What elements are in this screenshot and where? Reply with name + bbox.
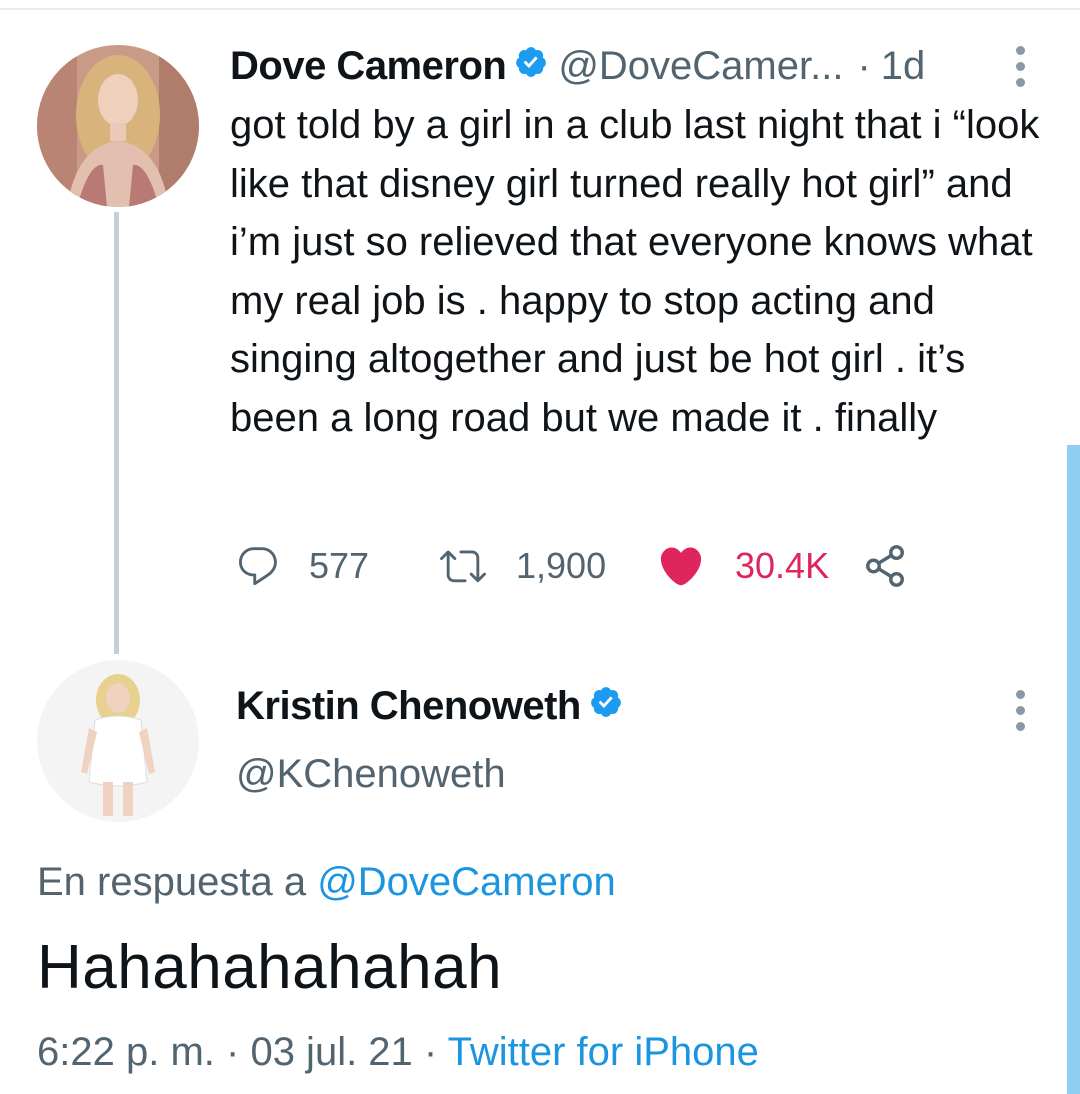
reply-count: 577 [309, 545, 370, 586]
tweet-meta: 6:22 p. m. · 03 jul. 21 · Twitter for iP… [37, 1030, 759, 1075]
retweet-button[interactable]: 1,900 [440, 538, 606, 594]
author-name[interactable]: Dove Cameron [230, 44, 507, 89]
header-separator: · [857, 43, 871, 88]
reply-bubble-icon [239, 547, 277, 586]
thread-line [114, 212, 119, 654]
reply-author-header: Kristin Chenoweth [236, 678, 633, 734]
scrollbar[interactable] [1067, 445, 1080, 1094]
more-vertical-icon[interactable] [1008, 690, 1032, 731]
heart-icon [660, 547, 702, 586]
avatar-image [37, 45, 199, 207]
avatar-dove-cameron[interactable] [37, 45, 199, 207]
meta-separator: · [226, 1030, 240, 1074]
more-vertical-icon[interactable] [1008, 46, 1032, 87]
meta-separator: · [423, 1030, 438, 1074]
verified-badge-icon [589, 684, 623, 729]
share-button[interactable] [862, 538, 908, 594]
tweet-text: got told by a girl in a club last night … [230, 103, 1040, 440]
dot [1015, 722, 1025, 731]
reply-to-line: En respuesta a @DoveCameron [37, 860, 616, 905]
tweet-time[interactable]: 6:22 p. m. [37, 1030, 215, 1074]
dot [1015, 78, 1025, 87]
reply-author-handle[interactable]: @KChenoweth [236, 752, 506, 797]
author-handle[interactable]: @DoveCamer... [558, 44, 843, 89]
tweet-header: Dove Cameron @DoveCamer... · 1d [230, 38, 925, 94]
reply-to-handle-link[interactable]: @DoveCameron [317, 860, 616, 904]
tweet-date[interactable]: 03 jul. 21 [250, 1030, 412, 1074]
tweet-time-ago[interactable]: 1d [881, 44, 926, 89]
share-icon [866, 545, 904, 587]
reply-author-name[interactable]: Kristin Chenoweth [236, 684, 581, 729]
retweet-icon [440, 550, 486, 583]
top-divider [0, 8, 1080, 10]
tweet-source-link[interactable]: Twitter for iPhone [448, 1030, 759, 1074]
like-button[interactable]: 30.4K [657, 538, 829, 594]
retweet-count: 1,900 [516, 545, 607, 586]
dot [1015, 690, 1025, 699]
avatar-kristin-chenoweth[interactable] [37, 660, 199, 822]
verified-badge-icon [514, 44, 548, 89]
reply-tweet-text: Hahahahahahah [37, 933, 503, 1002]
avatar-image [37, 660, 199, 822]
reply-button[interactable]: 577 [235, 538, 369, 594]
dot [1015, 706, 1025, 715]
dot [1015, 46, 1025, 55]
dot [1015, 62, 1025, 71]
tweet-actions: 577 1,900 30.4K [230, 538, 930, 594]
reply-to-prefix: En respuesta a [37, 860, 307, 904]
like-count: 30.4K [735, 545, 830, 586]
